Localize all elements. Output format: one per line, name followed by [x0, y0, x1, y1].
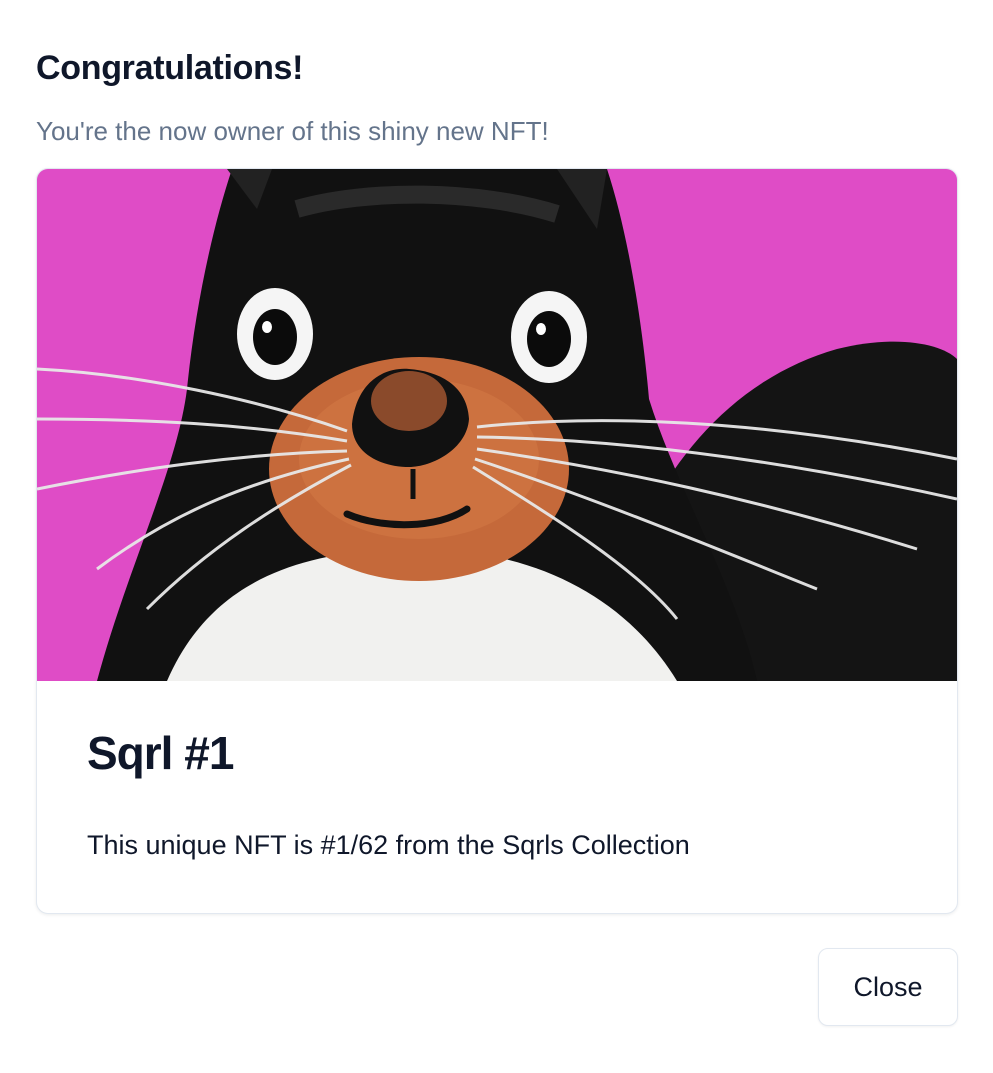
nft-success-dialog: Congratulations! You're the now owner of…: [0, 0, 993, 1073]
nft-artwork-image: [37, 169, 957, 681]
dialog-subtitle: You're the now owner of this shiny new N…: [36, 116, 549, 146]
dialog-title: Congratulations!: [36, 49, 304, 87]
nft-name: Sqrl #1: [87, 727, 234, 779]
nft-card: Sqrl #1 This unique NFT is #1/62 from th…: [36, 168, 958, 914]
close-button[interactable]: Close: [818, 948, 958, 1026]
nft-description: This unique NFT is #1/62 from the Sqrls …: [87, 830, 690, 860]
